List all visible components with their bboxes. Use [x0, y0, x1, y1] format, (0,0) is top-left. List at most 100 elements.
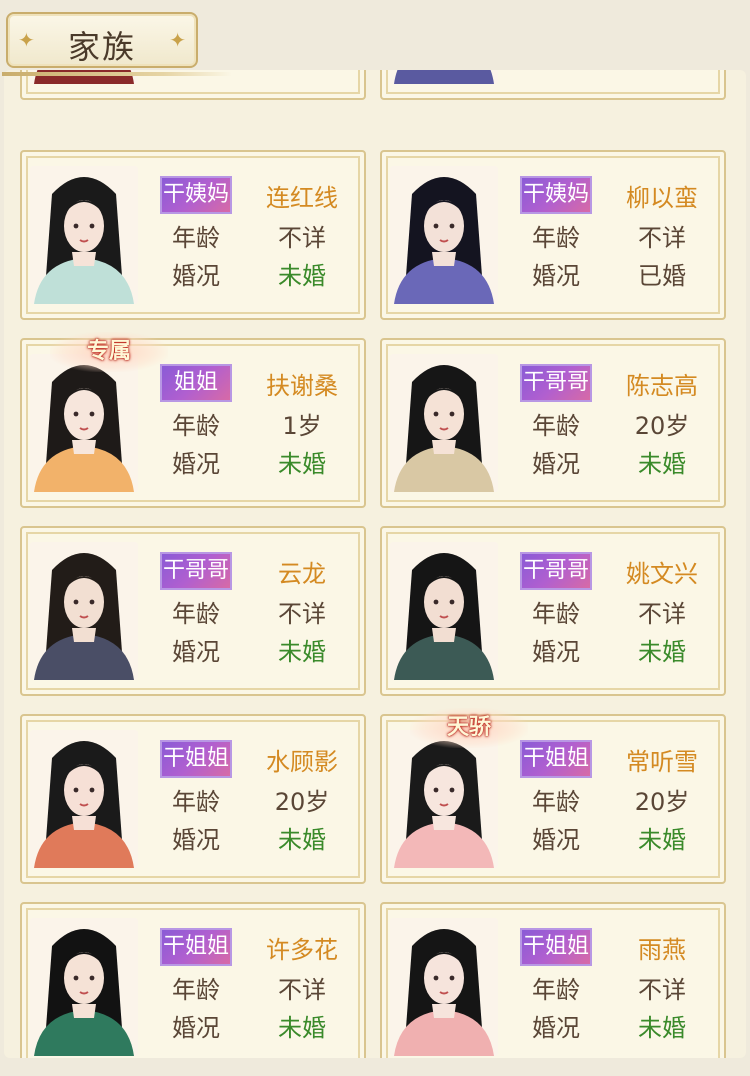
relation-badge: 干哥哥 [160, 552, 232, 590]
family-list[interactable]: 婚况未婚婚况未婚干姨妈连红线年龄婚况不详未婚干姨妈柳以蛮年龄婚况不详已婚姐姐扶谢… [4, 70, 746, 1058]
age-value: 20岁 [634, 412, 690, 440]
relation-badge: 干姐姐 [520, 928, 592, 966]
age-label: 年龄 [172, 224, 220, 252]
member-portrait[interactable] [390, 542, 498, 680]
character-figure [30, 730, 138, 868]
marital-value: 未婚 [638, 826, 686, 854]
member-name: 陈志高 [626, 372, 698, 400]
marital-value: 未婚 [278, 450, 326, 478]
marital-value: 未婚 [278, 638, 326, 666]
rank-badge: 专属 [50, 332, 168, 372]
member-card[interactable]: 干姐姐 水顾影 年龄 婚况 20岁 未婚 [20, 714, 366, 884]
marital-label: 婚况 [172, 638, 220, 666]
character-figure [390, 70, 498, 84]
relation-badge: 姐姐 [160, 364, 232, 402]
marital-label: 婚况 [172, 450, 220, 478]
relation-badge: 干姐姐 [160, 928, 232, 966]
age-label: 年龄 [172, 600, 220, 628]
member-portrait[interactable] [390, 918, 498, 1056]
member-portrait[interactable] [390, 70, 498, 84]
member-card[interactable]: 干姐姐 许多花年龄婚况 不详未婚 [20, 902, 366, 1058]
marital-label: 婚况 [520, 70, 592, 71]
marital-value: 未婚 [242, 70, 362, 71]
member-portrait[interactable] [390, 166, 498, 304]
marital-value: 未婚 [602, 70, 722, 71]
member-card[interactable]: 干哥哥 陈志高年龄婚况 20岁未婚 [380, 338, 726, 508]
character-figure [30, 542, 138, 680]
character-figure [30, 354, 138, 492]
marital-value: 未婚 [278, 262, 326, 290]
age-label: 年龄 [532, 788, 580, 816]
marital-value: 已婚 [638, 262, 686, 290]
member-card[interactable]: 干姐姐 常听雪年龄婚况 20岁未婚 天骄 [380, 708, 726, 884]
member-name: 雨燕 [638, 936, 686, 964]
member-name: 扶谢桑 [266, 372, 338, 400]
marital-value: 未婚 [278, 1014, 326, 1042]
member-portrait[interactable] [30, 542, 138, 680]
age-label: 年龄 [172, 412, 220, 440]
member-card[interactable]: 干姨妈 柳以蛮 年龄 婚况 不详 已婚 [380, 150, 726, 320]
marital-label: 婚况 [532, 450, 580, 478]
relation-badge: 干姨妈 [520, 176, 592, 214]
age-value: 不详 [638, 976, 686, 1004]
character-figure [30, 166, 138, 304]
page-title: 家族 [67, 28, 136, 66]
age-value: 不详 [638, 600, 686, 628]
relation-badge: 干姐姐 [160, 740, 232, 778]
age-label: 年龄 [532, 600, 580, 628]
marital-label: 婚况 [532, 638, 580, 666]
age-value: 20岁 [634, 788, 690, 816]
marital-value: 未婚 [638, 1014, 686, 1042]
relation-badge: 干哥哥 [520, 364, 592, 402]
member-portrait[interactable] [30, 730, 138, 868]
marital-value: 未婚 [638, 450, 686, 478]
member-name: 水顾影 [266, 748, 338, 776]
member-portrait[interactable] [30, 166, 138, 304]
character-figure [390, 354, 498, 492]
age-value: 不详 [278, 224, 326, 252]
member-card[interactable]: 干哥哥 云龙年龄婚况 不详未婚 [20, 526, 366, 696]
member-portrait[interactable] [390, 354, 498, 492]
age-value: 不详 [278, 976, 326, 1004]
member-portrait[interactable] [30, 918, 138, 1056]
character-figure [30, 918, 138, 1056]
title-underline [2, 72, 232, 76]
member-name: 柳以蛮 [626, 184, 698, 212]
marital-value: 未婚 [638, 638, 686, 666]
sparkle-icon: ✦ [169, 28, 186, 52]
member-portrait[interactable] [30, 354, 138, 492]
age-label: 年龄 [532, 976, 580, 1004]
age-value: 20岁 [274, 788, 330, 816]
member-name: 常听雪 [626, 748, 698, 776]
relation-badge: 干姐姐 [520, 740, 592, 778]
marital-value: 未婚 [278, 826, 326, 854]
age-label: 年龄 [172, 788, 220, 816]
member-card[interactable]: 婚况 未婚 [380, 70, 726, 100]
marital-label: 婚况 [532, 262, 580, 290]
member-card[interactable]: 干哥哥 姚文兴年龄婚况 不详未婚 [380, 526, 726, 696]
age-label: 年龄 [532, 412, 580, 440]
rank-badge: 天骄 [410, 708, 528, 748]
member-card[interactable]: 干姐姐 雨燕年龄婚况 不详未婚 [380, 902, 726, 1058]
member-card[interactable]: 姐姐 扶谢桑年龄婚况 1岁未婚 专属 [20, 332, 366, 508]
marital-label: 婚况 [160, 70, 232, 71]
marital-label: 婚况 [532, 1014, 580, 1042]
member-name: 姚文兴 [626, 560, 698, 588]
age-value: 不详 [278, 600, 326, 628]
character-figure [390, 730, 498, 868]
member-name: 许多花 [266, 936, 338, 964]
age-label: 年龄 [172, 976, 220, 1004]
member-name: 连红线 [266, 184, 338, 212]
character-figure [390, 166, 498, 304]
character-figure [390, 918, 498, 1056]
marital-label: 婚况 [532, 826, 580, 854]
relation-badge: 干姨妈 [160, 176, 232, 214]
member-card[interactable]: 干姨妈 连红线 年龄 婚况 不详 未婚 [20, 150, 366, 320]
marital-label: 婚况 [172, 1014, 220, 1042]
member-portrait[interactable] [390, 730, 498, 868]
relation-badge: 干哥哥 [520, 552, 592, 590]
age-value: 不详 [638, 224, 686, 252]
age-value: 1岁 [282, 412, 322, 440]
member-name: 云龙 [278, 560, 326, 588]
character-figure [390, 542, 498, 680]
